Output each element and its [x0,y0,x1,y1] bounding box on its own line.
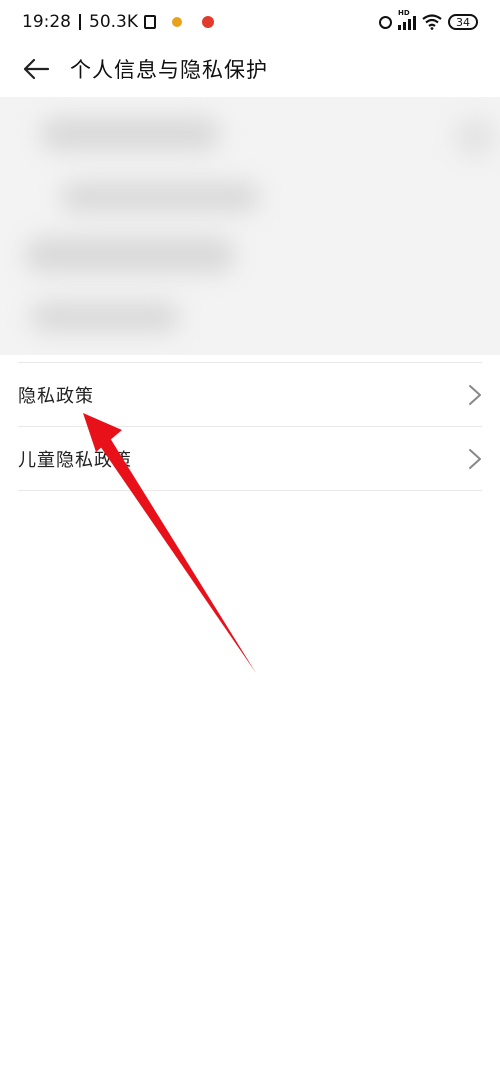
status-left: 19:28 50.3K [22,12,214,32]
header: 个人信息与隐私保护 [0,44,500,94]
hd-icon: HD [398,9,410,17]
notification-app-icon [172,17,182,27]
blurred-content-area [0,97,500,355]
status-time: 19:28 [22,12,71,32]
children-privacy-policy-item[interactable]: 儿童隐私政策 [0,427,500,490]
battery-level: 34 [456,15,470,29]
privacy-policy-item[interactable]: 隐私政策 [0,363,500,426]
back-arrow-icon [23,58,50,80]
notification-app-icon-2 [202,16,214,28]
status-bar: 19:28 50.3K HD 34 [0,0,500,44]
page-title: 个人信息与隐私保护 [70,58,268,82]
vibrate-icon [144,15,156,29]
signal-icon: HD [398,9,416,30]
divider [18,490,482,491]
privacy-policy-label: 隐私政策 [18,385,94,407]
battery-icon: 34 [448,14,478,30]
children-privacy-policy-label: 儿童隐私政策 [18,449,132,471]
settings-list: 隐私政策 儿童隐私政策 [0,362,500,491]
wifi-icon [422,14,442,30]
chevron-right-icon [468,448,482,470]
sync-icon [379,15,392,29]
screen: 19:28 50.3K HD 34 个人信息与隐私保护 隐私政策 儿童隐私政策 [0,0,500,1084]
chevron-right-icon [468,384,482,406]
back-button[interactable] [16,49,56,89]
status-separator [79,14,81,30]
network-speed: 50.3K [89,12,138,32]
status-right: HD 34 [379,9,478,30]
